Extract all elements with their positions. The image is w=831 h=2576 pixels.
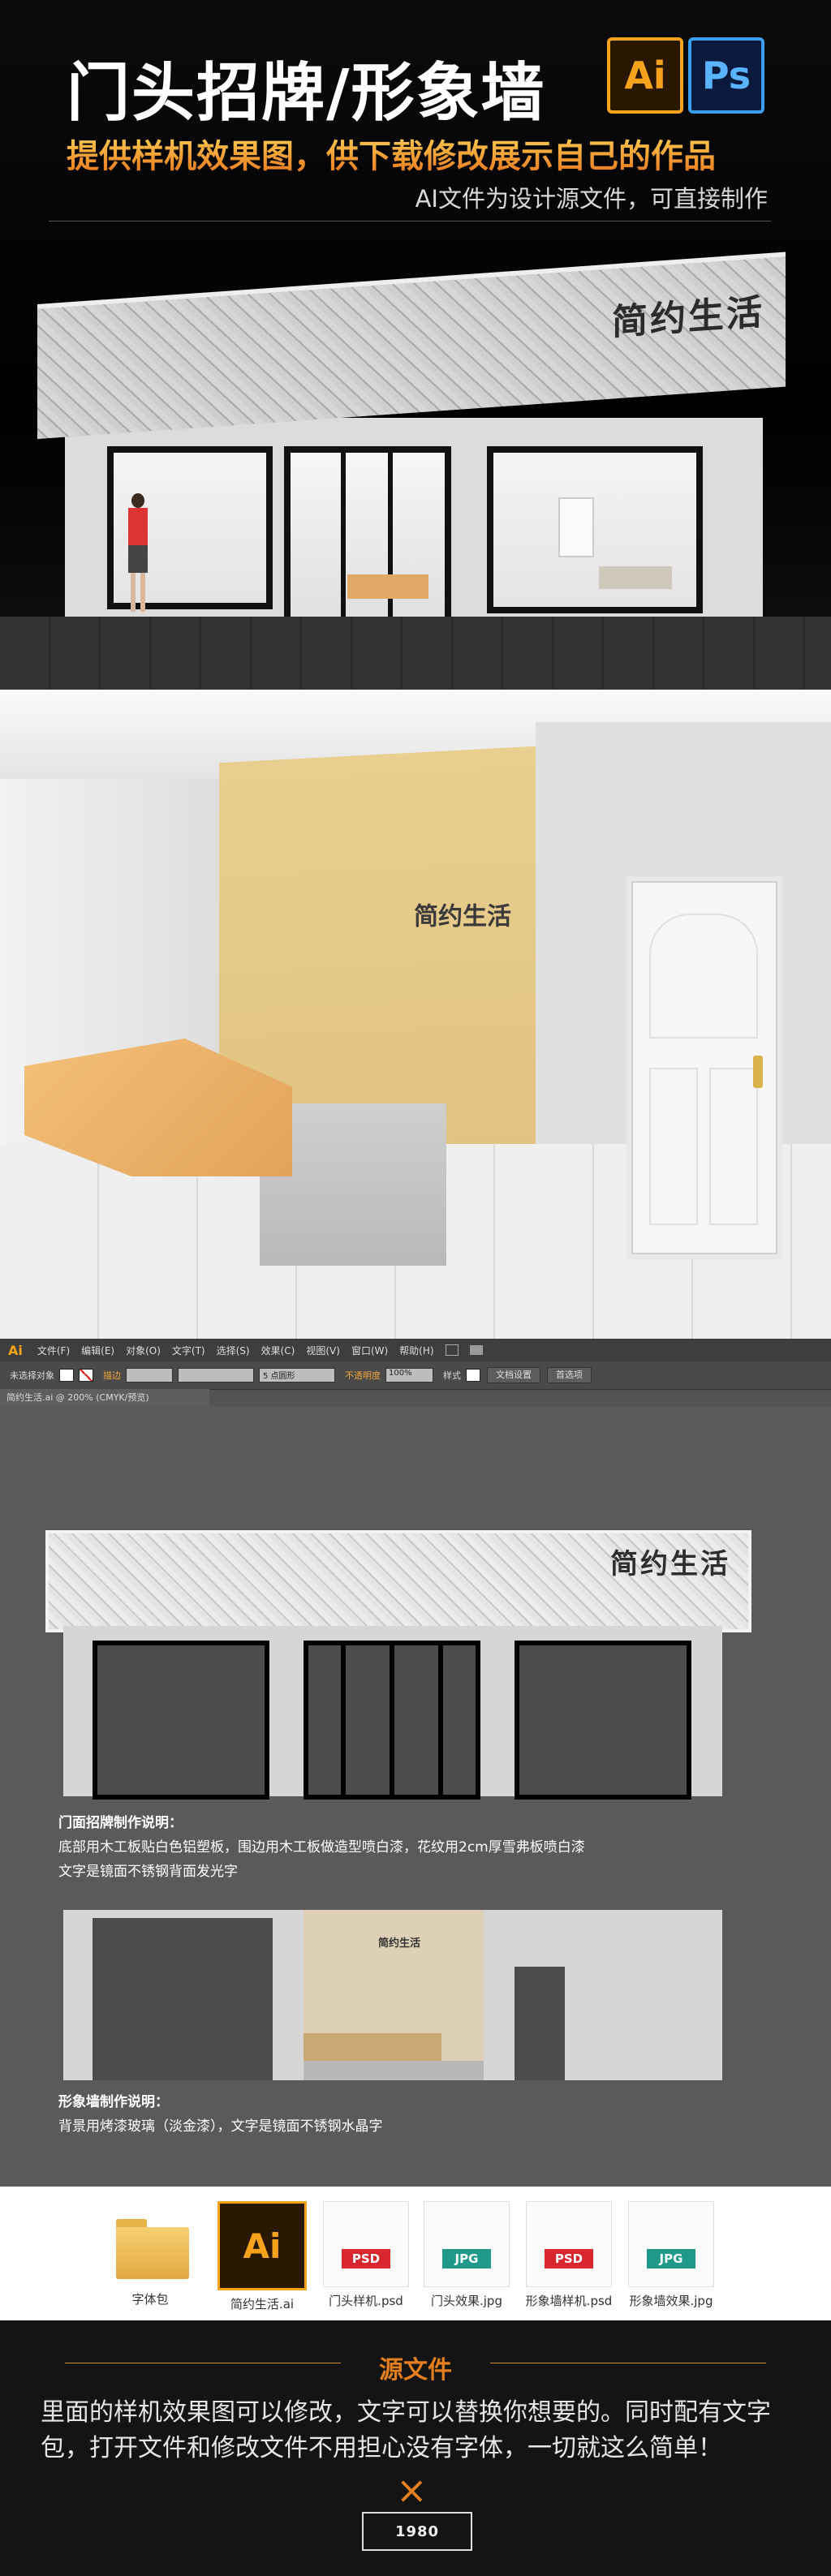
brand-logo: 1980 <box>362 2512 472 2551</box>
footer-heading: 源文件 <box>379 2356 452 2385</box>
document-setup-button[interactable]: 文档设置 <box>487 1367 540 1383</box>
facade-spec-line-1: 底部用木工板贴白色铝塑板，围边用木工板做造型喷白漆，花纹用2cm厚雪弗板喷白漆 <box>58 1839 585 1856</box>
style-swatch[interactable] <box>466 1369 480 1382</box>
wall-logo-text: 简约生活 <box>414 902 511 931</box>
file-label: 形象墙效果.jpg <box>629 2294 713 2308</box>
menu-help[interactable]: 帮助(H) <box>399 1344 433 1357</box>
cross-icon: × <box>396 2468 428 2512</box>
file-item[interactable]: Ai 简约生活.ai <box>217 2201 307 2312</box>
storefront-signboard: 简约生活 <box>37 252 786 439</box>
file-item[interactable]: PSD 形象墙样机.psd <box>524 2201 614 2309</box>
menu-view[interactable]: 视图(V) <box>306 1344 340 1357</box>
artboard-window-right <box>515 1641 691 1800</box>
footer-description: 里面的样机效果图可以修改，文字可以替换你想要的。同时配有文字包，打开文件和修改文… <box>41 2398 771 2462</box>
jpg-file-icon: JPG <box>424 2201 510 2287</box>
stroke-weight-input[interactable] <box>126 1368 173 1383</box>
menu-object[interactable]: 对象(O) <box>126 1344 161 1357</box>
artboard-facade <box>63 1626 722 1800</box>
jpg-file-tag: JPG <box>647 2249 695 2269</box>
psd-file-icon: PSD <box>323 2201 409 2287</box>
file-item[interactable]: 字体包 <box>105 2201 195 2307</box>
ai-file-tag: Ai <box>243 2226 282 2266</box>
menu-type[interactable]: 文字(T) <box>172 1344 205 1357</box>
folder-icon <box>108 2201 192 2286</box>
file-label: 门头效果.jpg <box>431 2294 502 2308</box>
illustrator-icon: Ai <box>607 37 683 114</box>
artboard-signboard: 简约生活 <box>45 1530 751 1632</box>
wall-door-opening <box>515 1967 565 2080</box>
document-tab[interactable]: 简约生活.ai @ 200% (CMYK/预览) <box>0 1389 209 1407</box>
menu-select[interactable]: 选择(S) <box>217 1344 250 1357</box>
source-file-note: AI文件为设计源文件，可直接制作 <box>415 185 768 213</box>
storefront-render: 门头招牌/形象墙 Ai Ps 提供样机效果图，供下载修改展示自己的作品 AI文件… <box>0 0 831 690</box>
menu-file[interactable]: 文件(F) <box>37 1344 70 1357</box>
variable-width-select[interactable] <box>178 1368 254 1383</box>
illustrator-window: Ai 文件(F) 编辑(E) 对象(O) 文字(T) 选择(S) 效果(C) 视… <box>0 1339 831 2187</box>
file-item[interactable]: PSD 门头样机.psd <box>321 2201 411 2309</box>
door-handle <box>753 1056 763 1088</box>
psd-file-icon: PSD <box>526 2201 612 2287</box>
wall-spec-heading: 形象墙制作说明： <box>58 2094 169 2110</box>
file-item[interactable]: JPG 门头效果.jpg <box>422 2201 511 2309</box>
pavement <box>0 617 831 690</box>
photoshop-icon: Ps <box>688 37 764 114</box>
wall-panel-left <box>93 1918 273 2080</box>
storefront-facade <box>65 418 763 626</box>
room-door <box>626 876 782 1259</box>
fill-swatch[interactable] <box>59 1369 74 1382</box>
wall-panel-gold: 简约生活 <box>304 1910 484 2080</box>
file-item[interactable]: JPG 形象墙效果.jpg <box>626 2201 716 2309</box>
facade-spec-heading: 门面招牌制作说明： <box>58 1815 183 1831</box>
artboard-sign-text: 简约生活 <box>610 1548 730 1580</box>
bridge-icon[interactable] <box>445 1344 459 1356</box>
artboard-window-left <box>93 1641 269 1800</box>
ai-file-icon: Ai <box>217 2201 307 2290</box>
psd-file-tag: PSD <box>342 2249 390 2269</box>
sign-text: 简约生活 <box>612 291 764 344</box>
artboard-canvas[interactable]: 简约生活 门面招牌制作说明： 底部用木工板贴白色铝塑板，围边用木工板做造型喷白漆… <box>0 1407 831 2187</box>
lobby-render: 简约生活 <box>0 690 831 1339</box>
jpg-file-tag: JPG <box>442 2249 491 2269</box>
jpg-file-icon: JPG <box>628 2201 714 2287</box>
wall-spec-line: 背景用烤漆玻璃（淡金漆），文字是镜面不锈钢水晶字 <box>58 2118 383 2135</box>
wall-sign-text: 简约生活 <box>378 1937 421 1950</box>
wall-desk-base <box>304 2061 484 2080</box>
file-label: 形象墙样机.psd <box>525 2294 613 2308</box>
app-logo-icon: Ai <box>8 1342 23 1358</box>
page-title: 门头招牌/形象墙 <box>67 57 546 130</box>
facade-spec-line-2: 文字是镜面不锈钢背面发光字 <box>58 1864 238 1880</box>
opacity-input[interactable]: 100% <box>385 1368 433 1383</box>
style-label: 样式 <box>443 1370 461 1381</box>
menu-bar: Ai 文件(F) 编辑(E) 对象(O) 文字(T) 选择(S) 效果(C) 视… <box>0 1339 831 1361</box>
shop-door <box>284 446 451 626</box>
menu-effect[interactable]: 效果(C) <box>261 1344 295 1357</box>
file-label: 门头样机.psd <box>329 2294 403 2308</box>
footer: 源文件 里面的样机效果图可以修改，文字可以替换你想要的。同时配有文字包，打开文件… <box>0 2320 831 2576</box>
stroke-swatch[interactable] <box>79 1369 93 1382</box>
pedestrian-figure <box>122 493 154 615</box>
stroke-label[interactable]: 描边 <box>103 1369 121 1382</box>
file-label: 字体包 <box>131 2292 169 2307</box>
shop-window-right <box>487 446 703 613</box>
opacity-label[interactable]: 不透明度 <box>345 1369 381 1382</box>
file-label: 简约生活.ai <box>230 2297 295 2312</box>
selection-status: 未选择对象 <box>10 1370 54 1381</box>
artboard-door <box>304 1641 480 1800</box>
psd-file-tag: PSD <box>545 2249 593 2269</box>
brush-select[interactable]: 5 点圆形 <box>259 1368 335 1383</box>
wall-desk <box>304 2033 441 2061</box>
menu-edit[interactable]: 编辑(E) <box>81 1344 114 1357</box>
file-list: 字体包 Ai 简约生活.ai PSD 门头样机.psd JPG 门头效果.jpg… <box>0 2187 831 2320</box>
page-subtitle: 提供样机效果图，供下载修改展示自己的作品 <box>67 130 716 177</box>
control-bar: 未选择对象 描边 5 点圆形 不透明度 100% 样式 文档设置 首选项 <box>0 1361 831 1390</box>
preferences-button[interactable]: 首选项 <box>547 1367 592 1383</box>
arrange-documents-icon[interactable] <box>469 1345 483 1355</box>
menu-window[interactable]: 窗口(W) <box>351 1344 388 1357</box>
artboard-feature-wall: 简约生活 <box>63 1910 722 2080</box>
